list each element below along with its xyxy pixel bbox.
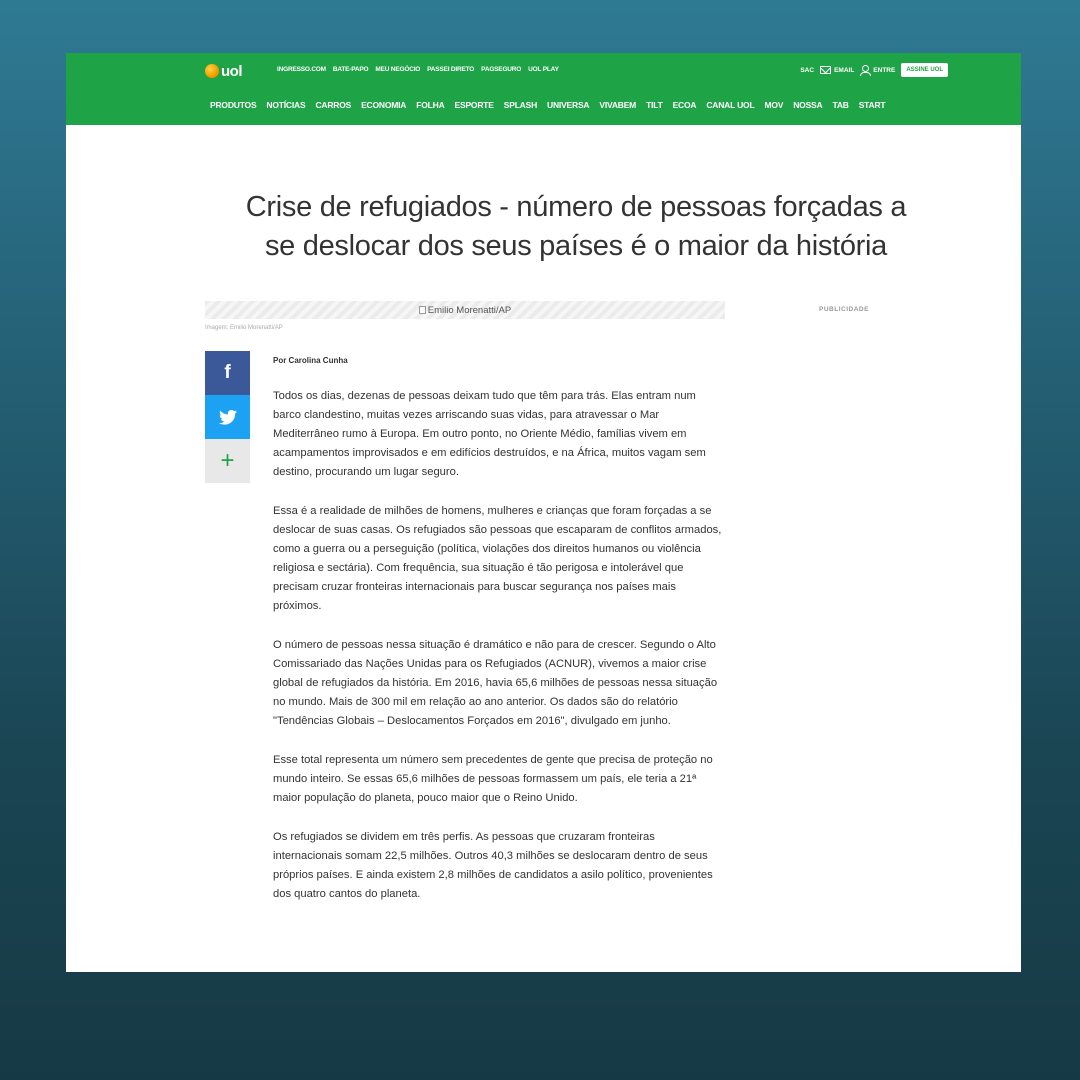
top-link-pagseguro[interactable]: PAGSEGURO: [481, 66, 521, 73]
article-paragraph: Esse total representa um número sem prec…: [273, 754, 713, 804]
article-author: Por Carolina Cunha: [273, 356, 348, 365]
nav-item-esporte[interactable]: ESPORTE: [455, 100, 494, 110]
broken-image-icon: [418, 306, 426, 314]
twitter-icon: [218, 409, 237, 425]
top-link-ingresso[interactable]: INGRESSO.COM: [277, 66, 326, 73]
nav-item-produtos[interactable]: PRODUTOS: [210, 100, 257, 110]
uol-logo[interactable]: uol: [205, 62, 243, 80]
ad-label: PUBLICIDADE: [819, 306, 869, 313]
image-placeholder: Emilio Morenatti/AP: [418, 304, 512, 316]
top-link-meu-negocio[interactable]: MEU NEGÓCIO: [375, 66, 420, 73]
article-paragraph: Os refugiados se dividem em três perfis.…: [273, 831, 713, 900]
nav-item-tab[interactable]: TAB: [832, 100, 848, 110]
plus-icon: +: [220, 447, 235, 474]
site-header: uol INGRESSO.COM BATE-PAPO MEU NEGÓCIO P…: [66, 53, 1021, 125]
sac-link[interactable]: SAC: [800, 67, 814, 74]
nav-item-vivabem[interactable]: VIVABEM: [599, 100, 636, 110]
article-paragraph: Todos os dias, dezenas de pessoas deixam…: [273, 390, 706, 478]
nav-item-nossa[interactable]: NOSSA: [793, 100, 822, 110]
nav-item-tilt[interactable]: TILT: [646, 100, 663, 110]
nav-item-economia[interactable]: ECONOMIA: [361, 100, 406, 110]
uol-logo-icon: [205, 64, 219, 78]
header-tools: SAC EMAIL ENTRE ASSINE UOL: [800, 63, 948, 77]
subscribe-button[interactable]: ASSINE UOL: [901, 63, 948, 77]
share-bar: f +: [205, 351, 250, 483]
nav-item-splash[interactable]: SPLASH: [504, 100, 537, 110]
image-alt-text: Emilio Morenatti/AP: [427, 304, 512, 316]
article-paragraph: Essa é a realidade de milhões de homens,…: [273, 505, 722, 612]
more-share-button[interactable]: +: [205, 439, 250, 483]
main-nav: PRODUTOS NOTÍCIAS CARROS ECONOMIA FOLHA …: [210, 100, 886, 110]
email-link[interactable]: EMAIL: [820, 66, 854, 74]
header-divider: [471, 53, 681, 54]
article-image: Emilio Morenatti/AP: [205, 301, 725, 319]
top-links: INGRESSO.COM BATE-PAPO MEU NEGÓCIO PASSE…: [277, 66, 559, 73]
article-body: Todos os dias, dezenas de pessoas deixam…: [273, 387, 723, 924]
twitter-share-button[interactable]: [205, 395, 250, 439]
nav-item-carros[interactable]: CARROS: [315, 100, 351, 110]
nav-item-folha[interactable]: FOLHA: [416, 100, 444, 110]
nav-item-start[interactable]: START: [859, 100, 886, 110]
nav-item-ecoa[interactable]: ECOA: [673, 100, 697, 110]
nav-item-universa[interactable]: UNIVERSA: [547, 100, 590, 110]
logo-text: uol: [221, 62, 243, 80]
nav-item-canal-uol[interactable]: CANAL UOL: [706, 100, 754, 110]
mail-icon: [820, 66, 832, 74]
image-caption: Imagem: Emilio Morenatti/AP: [205, 325, 283, 331]
article-paragraph: O número de pessoas nessa situação é dra…: [273, 639, 718, 727]
top-link-uol-play[interactable]: UOL PLAY: [528, 66, 559, 73]
facebook-icon: f: [224, 362, 231, 383]
user-icon: [860, 65, 872, 76]
article-title: Crise de refugiados - número de pessoas …: [245, 191, 907, 263]
login-link[interactable]: ENTRE: [860, 65, 896, 76]
login-label: ENTRE: [873, 66, 896, 74]
browser-page: uol INGRESSO.COM BATE-PAPO MEU NEGÓCIO P…: [66, 53, 1021, 972]
top-link-bate-papo[interactable]: BATE-PAPO: [333, 66, 369, 73]
email-label: EMAIL: [834, 66, 855, 74]
top-link-passei-direto[interactable]: PASSEI DIRETO: [427, 66, 474, 73]
nav-item-mov[interactable]: MOV: [764, 100, 783, 110]
nav-item-noticias[interactable]: NOTÍCIAS: [266, 100, 305, 110]
facebook-share-button[interactable]: f: [205, 351, 250, 395]
